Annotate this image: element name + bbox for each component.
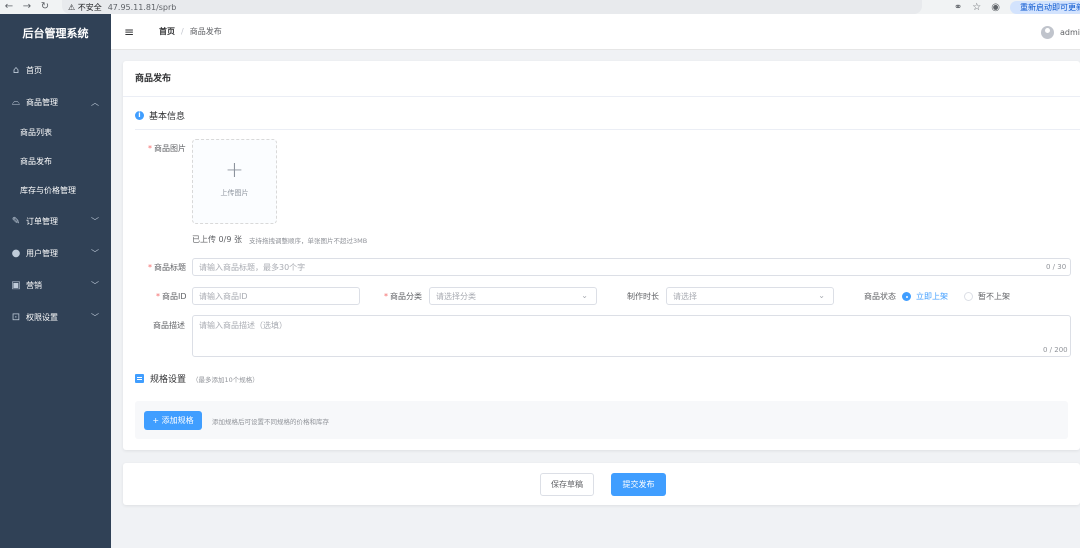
form-action-bar: 保存草稿 提交发布	[123, 463, 1080, 505]
top-header: ≡ 首页 / 商品发布 admin	[111, 14, 1080, 50]
required-mark: *	[384, 292, 388, 301]
sidebar-item-label: 订单管理	[26, 216, 58, 226]
image-label: * 商品图片	[148, 144, 186, 153]
sidebar-item-label: 权限设置	[26, 312, 58, 322]
sidebar-item-orders[interactable]: ✎ 订单管理 ﹀	[0, 205, 111, 237]
sidebar-item-marketing[interactable]: ▣ 营销 ﹀	[0, 269, 111, 301]
update-button[interactable]: 重新启动即可更新	[1010, 0, 1080, 14]
username[interactable]: admin	[1060, 28, 1080, 37]
status-radio-publish-now[interactable]: 立即上架	[902, 291, 948, 302]
section-title: 基本信息	[149, 112, 186, 122]
save-draft-button[interactable]: 保存草稿	[540, 473, 594, 496]
sidebar-item-users[interactable]: ● 用户管理 ﹀	[0, 237, 111, 269]
required-mark: *	[148, 144, 152, 153]
upload-hint: 支持拖拽调整顺序，单张图片不超过3MB	[249, 237, 368, 245]
product-form-card: 商品发布 i 基本信息 * 商品图片 + 上传图片 已上传 0/9 张 支持拖拽调…	[123, 61, 1080, 450]
lock-icon: ⊡	[11, 311, 21, 323]
breadcrumb-current: 商品发布	[189, 27, 222, 36]
sidebar-subitem-product-publish[interactable]: 商品发布	[0, 147, 111, 176]
hamburger-menu-icon[interactable]: ≡	[111, 25, 147, 39]
page-title: 商品发布	[123, 61, 1080, 97]
product-id-label: * 商品ID	[156, 292, 187, 301]
chevron-up-icon: ︿	[91, 97, 99, 107]
sidebar: 后台管理系统 ⌂ 首页 ⌓ 商品管理 ︿ 商品列表 商品发布 库存与价格管理 ✎…	[0, 14, 111, 548]
product-id-input[interactable]	[192, 287, 360, 305]
security-warning[interactable]: ⚠ 不安全	[68, 2, 102, 13]
address-bar[interactable]: ⚠ 不安全 47.95.11.81/sprb	[62, 0, 922, 14]
sidebar-subitem-product-list[interactable]: 商品列表	[0, 118, 111, 147]
required-mark: *	[148, 263, 152, 272]
extension-icon[interactable]: ⚭	[954, 2, 962, 13]
reload-icon[interactable]: ↻	[36, 0, 54, 14]
edit-icon: ✎	[11, 215, 21, 227]
list-icon	[135, 374, 144, 383]
url-text: 47.95.11.81/sprb	[107, 2, 177, 12]
add-spec-button[interactable]: + 添加规格	[144, 411, 202, 430]
sidebar-item-home[interactable]: ⌂ 首页	[0, 54, 111, 86]
chevron-down-icon: ﹀	[91, 216, 99, 226]
description-char-counter: 0 / 200	[1043, 346, 1068, 354]
spec-section: 规格设置 （最多添加10个规格）	[135, 372, 259, 385]
description-label: 商品描述	[153, 321, 185, 330]
back-icon[interactable]: ←	[0, 0, 18, 14]
info-icon: i	[135, 111, 144, 120]
spec-limit-note: （最多添加10个规格）	[192, 375, 259, 384]
radio-dot	[964, 292, 973, 301]
radio-dot	[902, 292, 911, 301]
category-select[interactable]: 请选择分类 ⌄	[429, 287, 597, 305]
description-textarea[interactable]	[192, 315, 1071, 357]
breadcrumb-separator: /	[181, 27, 184, 36]
title-char-counter: 0 / 30	[1046, 263, 1067, 271]
status-label: 商品状态	[864, 292, 896, 301]
status-radio-hold[interactable]: 暂不上架	[964, 291, 1010, 302]
plus-icon: +	[225, 158, 244, 183]
duration-select[interactable]: 请选择 ⌄	[666, 287, 834, 305]
submit-publish-button[interactable]: 提交发布	[611, 473, 666, 496]
sidebar-item-label: 用户管理	[26, 248, 58, 258]
chevron-down-icon: ﹀	[91, 312, 99, 322]
browser-actions: ⚭ ☆ ◉ 重新启动即可更新	[954, 0, 1080, 14]
avatar[interactable]	[1041, 25, 1054, 39]
sidebar-item-label: 营销	[26, 280, 42, 290]
brand-title: 后台管理系统	[22, 27, 89, 40]
image-upload-button[interactable]: + 上传图片	[192, 139, 277, 224]
sidebar-item-products[interactable]: ⌓ 商品管理 ︿	[0, 86, 111, 118]
browser-toolbar: ← → ↻ ⚠ 不安全 47.95.11.81/sprb ⚭ ☆ ◉ 重新启动即…	[0, 0, 1080, 14]
upload-count: 已上传 0/9 张	[192, 235, 242, 244]
sidebar-item-label: 商品管理	[26, 97, 58, 107]
duration-label: 制作时长	[627, 292, 659, 301]
bookmark-star-icon[interactable]: ☆	[972, 2, 981, 13]
chevron-down-icon: ⌄	[581, 291, 588, 300]
product-title-input[interactable]	[192, 258, 1071, 276]
required-mark: *	[156, 292, 160, 301]
basic-info-section: i 基本信息	[135, 109, 185, 122]
title-label: * 商品标题	[148, 263, 186, 272]
sidebar-item-label: 首页	[26, 65, 42, 75]
category-label: * 商品分类	[384, 292, 422, 301]
user-menu[interactable]: admin	[1041, 14, 1080, 50]
section-title: 规格设置	[150, 375, 187, 385]
sidebar-subitem-inventory-price[interactable]: 库存与价格管理	[0, 176, 111, 205]
breadcrumb-home[interactable]: 首页	[159, 26, 175, 37]
chevron-down-icon: ⌄	[818, 291, 825, 300]
chevron-down-icon: ﹀	[91, 280, 99, 290]
section-divider	[135, 129, 1080, 130]
spec-hint: 添加规格后可设置不同规格的价格和库存	[212, 418, 329, 426]
user-icon: ●	[11, 247, 21, 259]
chevron-down-icon: ﹀	[91, 248, 99, 258]
forward-icon[interactable]: →	[18, 0, 36, 14]
breadcrumb: 首页 / 商品发布	[159, 26, 222, 37]
sidebar-item-permissions[interactable]: ⊡ 权限设置 ﹀	[0, 301, 111, 333]
bag-icon: ⌓	[12, 96, 20, 108]
profile-icon[interactable]: ◉	[991, 2, 1000, 13]
upload-text: 上传图片	[220, 189, 249, 197]
home-icon: ⌂	[12, 64, 20, 76]
gift-icon: ▣	[11, 279, 21, 291]
spec-panel: + 添加规格 添加规格后可设置不同规格的价格和库存	[135, 401, 1068, 439]
